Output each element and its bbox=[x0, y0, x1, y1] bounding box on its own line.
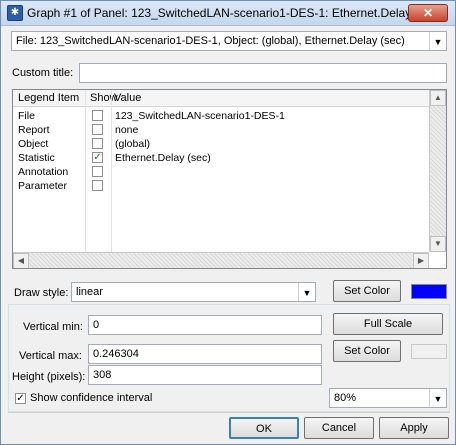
draw-style-select[interactable]: linear ▼ bbox=[71, 282, 316, 302]
height-input[interactable]: 308 bbox=[88, 365, 322, 385]
vertical-set-color-label: Set Color bbox=[344, 345, 390, 357]
chevron-down-icon[interactable]: ▼ bbox=[298, 283, 315, 301]
vertical-min-input[interactable]: 0 bbox=[88, 315, 322, 335]
scroll-left-icon[interactable]: ◀ bbox=[13, 253, 29, 268]
column-header-legend-item[interactable]: Legend Item bbox=[18, 92, 79, 104]
vertical-min-value: 0 bbox=[93, 319, 100, 331]
draw-color-swatch bbox=[411, 284, 447, 299]
vertical-scrollbar[interactable]: ▲ ▼ bbox=[429, 90, 446, 252]
title-bar[interactable]: ✱ Graph #1 of Panel: 123_SwitchedLAN-sce… bbox=[1, 1, 455, 26]
legend-table-header: Legend Item Show Value bbox=[13, 90, 429, 107]
scroll-up-icon[interactable]: ▲ bbox=[430, 90, 446, 106]
custom-title-input[interactable] bbox=[79, 63, 447, 83]
draw-style-value: linear bbox=[76, 286, 103, 298]
show-checkbox[interactable]: ✓ bbox=[92, 152, 103, 163]
show-checkbox[interactable] bbox=[92, 110, 103, 121]
vertical-color-swatch bbox=[411, 344, 447, 359]
apply-button[interactable]: Apply bbox=[379, 417, 449, 439]
legend-item-cell: Parameter bbox=[18, 180, 68, 192]
height-value: 308 bbox=[93, 369, 112, 381]
ok-button[interactable]: OK bbox=[229, 417, 299, 439]
vertical-max-value: 0.246304 bbox=[93, 348, 139, 360]
cancel-label: Cancel bbox=[321, 422, 357, 434]
ok-label: OK bbox=[256, 423, 272, 435]
chevron-down-icon[interactable]: ▼ bbox=[429, 389, 446, 407]
show-checkbox[interactable] bbox=[92, 124, 103, 135]
confidence-label: Show confidence interval bbox=[30, 392, 153, 404]
value-cell: 123_SwitchedLAN-scenario1-DES-1 bbox=[115, 110, 285, 122]
confidence-level-select[interactable]: 80% ▼ bbox=[329, 388, 447, 408]
cancel-button[interactable]: Cancel bbox=[304, 417, 374, 439]
legend-table: Legend Item Show Value File 123_SwitchedL… bbox=[12, 89, 447, 269]
table-row[interactable]: Object (global) bbox=[13, 137, 429, 151]
scroll-right-icon[interactable]: ▶ bbox=[413, 253, 429, 268]
horizontal-scrollbar[interactable]: ◀ ▶ bbox=[13, 252, 429, 268]
apply-label: Apply bbox=[400, 422, 428, 434]
vertical-max-label: Vertical max: bbox=[19, 350, 82, 362]
full-scale-button[interactable]: Full Scale bbox=[333, 313, 443, 335]
confidence-level-value: 80% bbox=[334, 392, 357, 404]
app-icon: ✱ bbox=[7, 5, 23, 21]
value-cell: none bbox=[115, 124, 139, 136]
table-row[interactable]: Parameter bbox=[13, 179, 429, 193]
confidence-checkbox[interactable]: ✓ bbox=[15, 393, 26, 404]
window-title: Graph #1 of Panel: 123_SwitchedLAN-scena… bbox=[27, 6, 442, 20]
column-header-value[interactable]: Value bbox=[114, 92, 141, 104]
show-checkbox[interactable] bbox=[92, 180, 103, 191]
draw-set-color-button[interactable]: Set Color bbox=[333, 280, 401, 302]
graph-properties-dialog: ✱ Graph #1 of Panel: 123_SwitchedLAN-sce… bbox=[0, 0, 456, 445]
divider bbox=[8, 412, 450, 413]
draw-style-label: Draw style: bbox=[14, 287, 69, 299]
table-row[interactable]: File 123_SwitchedLAN-scenario1-DES-1 bbox=[13, 109, 429, 123]
table-row[interactable]: Annotation bbox=[13, 165, 429, 179]
legend-item-cell: Annotation bbox=[18, 166, 69, 178]
close-button[interactable]: ✕ bbox=[408, 4, 448, 22]
vertical-set-color-button[interactable]: Set Color bbox=[333, 340, 401, 362]
show-checkbox[interactable] bbox=[92, 138, 103, 149]
show-checkbox[interactable] bbox=[92, 166, 103, 177]
vertical-max-input[interactable]: 0.246304 bbox=[88, 344, 322, 364]
legend-item-cell: File bbox=[18, 110, 35, 122]
height-label: Height (pixels): bbox=[12, 371, 86, 383]
table-row[interactable]: Statistic ✓ Ethernet.Delay (sec) bbox=[13, 151, 429, 165]
scroll-down-icon[interactable]: ▼ bbox=[430, 236, 446, 252]
file-object-select[interactable]: File: 123_SwitchedLAN-scenario1-DES-1, O… bbox=[11, 31, 447, 51]
legend-item-cell: Object bbox=[18, 138, 49, 150]
custom-title-label: Custom title: bbox=[12, 67, 74, 79]
value-cell: (global) bbox=[115, 138, 151, 150]
draw-set-color-label: Set Color bbox=[344, 285, 390, 297]
legend-item-cell: Statistic bbox=[18, 152, 55, 164]
file-object-select-value: File: 123_SwitchedLAN-scenario1-DES-1, O… bbox=[16, 35, 405, 47]
value-cell: Ethernet.Delay (sec) bbox=[115, 152, 211, 164]
table-row[interactable]: Report none bbox=[13, 123, 429, 137]
full-scale-label: Full Scale bbox=[363, 318, 413, 330]
chevron-down-icon[interactable]: ▼ bbox=[429, 32, 446, 50]
vertical-min-label: Vertical min: bbox=[23, 321, 83, 333]
legend-item-cell: Report bbox=[18, 124, 50, 136]
